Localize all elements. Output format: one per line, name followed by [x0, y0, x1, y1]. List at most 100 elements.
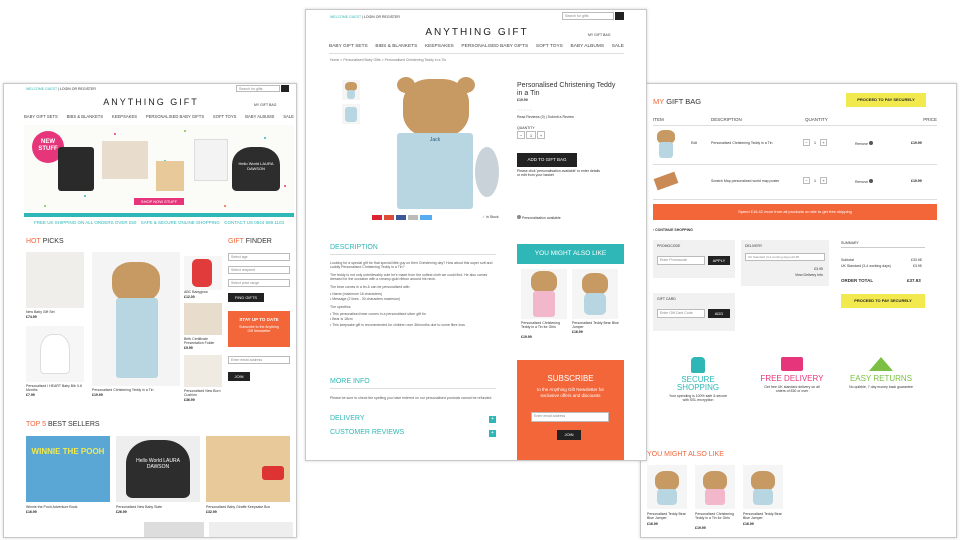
remove-link[interactable]: Remove	[855, 141, 874, 146]
subscribe-email-input[interactable]: Enter email address	[531, 412, 609, 422]
subscribe-join-button[interactable]: JOIN	[557, 430, 581, 440]
newsletter-email-input[interactable]: Enter email address	[228, 356, 290, 364]
apply-button[interactable]: APPLY	[708, 256, 730, 265]
nav-item[interactable]: PERSONALISED BABY GIFTS	[461, 44, 528, 49]
nav-item[interactable]: BIBS & BLANKETS	[67, 114, 104, 119]
best-seller-label[interactable]: Personalised Baby Giraffe Keepsake Box	[206, 505, 270, 509]
product-label[interactable]: Personalised I HEART Baby Bib 0-6 Months	[26, 384, 86, 392]
recommend-image[interactable]	[695, 465, 735, 509]
quantity-stepper[interactable]: − 1 +	[517, 131, 545, 139]
best-seller-image[interactable]: WINNIE THE POOH	[26, 436, 110, 502]
recipient-select[interactable]: Select recipient	[228, 266, 290, 274]
quantity-stepper[interactable]: − 1 +	[803, 177, 827, 184]
nav-item[interactable]: BIBS & BLANKETS	[375, 44, 417, 49]
login-link[interactable]: LOGIN OR REGISTER	[60, 87, 96, 91]
delivery-accordion[interactable]: DELIVERY	[330, 415, 365, 422]
cart-item-description[interactable]: Scratch Map personalised world map poste…	[711, 179, 791, 183]
expand-plus-icon[interactable]: +	[489, 416, 496, 423]
qty-value[interactable]: 1	[811, 139, 819, 146]
product-label[interactable]: Personalised New Born Cushion	[184, 389, 224, 397]
pinterest-icon[interactable]	[372, 215, 382, 220]
nav-item[interactable]: BABY GIFT SETS	[329, 44, 368, 49]
featured-product-image[interactable]	[92, 252, 180, 386]
add-gift-card-button[interactable]: ADD	[708, 309, 730, 318]
product-label[interactable]: ABC Babygrow	[184, 290, 208, 294]
recommend-label[interactable]: Personalised Christening Teddy in a Tin …	[695, 512, 737, 520]
price-range-select[interactable]: Select price range	[228, 279, 290, 287]
continue-shopping-link[interactable]: ‹ CONTINUE SHOPPING	[653, 228, 693, 232]
qty-minus[interactable]: −	[803, 177, 810, 184]
product-label[interactable]: Birth Certificate Presentation Folder	[184, 337, 224, 345]
gift-bag-link[interactable]: MY GIFT BAG	[588, 33, 610, 37]
newsletter-join-button[interactable]: JOIN	[228, 372, 250, 381]
nav-item[interactable]: SALE	[283, 114, 294, 119]
search-input[interactable]: Search for gifts	[236, 85, 280, 92]
breadcrumb[interactable]: Home > Personalised Baby Gifts > Persona…	[330, 58, 446, 62]
recommend-label[interactable]: Personalised Teddy Bear Blue Jumper	[572, 321, 620, 329]
best-seller-image[interactable]	[144, 522, 204, 537]
share-count-icon[interactable]	[408, 215, 418, 220]
hero-banner[interactable]: NEW STUFF Hello World LAURA DAWSON SHOP N…	[24, 125, 294, 213]
best-seller-label[interactable]: Personalised New Baby Slate	[116, 505, 162, 509]
qty-plus[interactable]: +	[820, 139, 827, 146]
product-image[interactable]	[184, 256, 222, 290]
personalisation-link[interactable]: Personalisation available	[517, 215, 561, 220]
nav-item[interactable]: BABY ALBUMS	[571, 44, 605, 49]
product-main-image[interactable]: Jack	[373, 77, 501, 213]
nav-item[interactable]: PERSONALISED BABY GIFTS	[146, 114, 204, 119]
thumbnail[interactable]	[342, 80, 360, 100]
remove-link[interactable]: Remove	[855, 179, 874, 184]
product-image[interactable]	[184, 355, 222, 387]
product-image[interactable]	[26, 252, 84, 308]
twitter-icon[interactable]	[420, 215, 432, 220]
thumbnail[interactable]	[342, 104, 360, 124]
add-to-gift-bag-button[interactable]: ADD TO GIFT BAG	[517, 153, 577, 167]
product-image[interactable]	[184, 303, 222, 335]
best-seller-image-frame[interactable]: Hello World LAURA DAWSON	[116, 436, 200, 502]
product-label[interactable]: New Baby Gift Set	[26, 310, 86, 314]
best-seller-image[interactable]	[206, 436, 290, 502]
reviews-links[interactable]: Read Reviews (0) | Submit a Review	[517, 115, 574, 119]
qty-value[interactable]: 1	[811, 177, 819, 184]
recommend-label[interactable]: Personalised Teddy Bear Blue Jumper	[647, 512, 689, 520]
find-gifts-button[interactable]: FIND GIFTS	[228, 293, 264, 302]
shop-now-button[interactable]: SHOP NOW STUFF	[134, 198, 184, 205]
gift-bag-link[interactable]: MY GIFT BAG	[254, 103, 276, 107]
google-plus-icon[interactable]	[384, 215, 394, 220]
recommend-image[interactable]	[743, 465, 783, 509]
facebook-icon[interactable]	[396, 215, 406, 220]
cart-item-image[interactable]	[653, 169, 679, 193]
recommend-image[interactable]	[521, 269, 567, 319]
cart-item-description[interactable]: Personalised Christening Teddy in a Tin	[711, 141, 791, 145]
edit-link[interactable]: Edit	[691, 141, 697, 145]
nav-item[interactable]: SALE	[612, 44, 624, 49]
expand-plus-icon[interactable]: +	[489, 430, 496, 437]
product-label[interactable]: Personalised Christening Teddy in a Tin	[92, 388, 153, 392]
qty-value[interactable]: 1	[526, 131, 536, 139]
delivery-info-link[interactable]: View Delivery Info	[795, 273, 823, 277]
reviews-accordion[interactable]: CUSTOMER REVIEWS	[330, 429, 404, 436]
quantity-stepper[interactable]: − 1 +	[803, 139, 827, 146]
promocode-input[interactable]: Enter Promocode	[657, 256, 705, 265]
qty-minus[interactable]: −	[517, 131, 525, 139]
search-icon[interactable]	[615, 12, 624, 20]
delivery-select[interactable]: UK Standard (3-4 working days) £3.95	[745, 253, 825, 261]
best-seller-image[interactable]	[209, 522, 293, 537]
best-seller-label[interactable]: Winnie the Pooh Adventure Book	[26, 505, 77, 509]
search-input[interactable]: Search for gifts	[562, 12, 614, 20]
recommend-label[interactable]: Personalised Teddy Bear Blue Jumper	[743, 512, 785, 520]
search-icon[interactable]	[281, 85, 289, 92]
nav-item[interactable]: KEEPSAKES	[425, 44, 454, 49]
gift-card-input[interactable]: Enter Gift Card Code	[657, 309, 705, 318]
qty-plus[interactable]: +	[537, 131, 545, 139]
cart-item-image[interactable]	[653, 130, 679, 158]
recommend-label[interactable]: Personalised Christening Teddy in a Tin …	[521, 321, 569, 329]
nav-item[interactable]: SOFT TOYS	[213, 114, 237, 119]
summary-proceed-button[interactable]: PROCEED TO PAY SECURELY	[841, 294, 925, 308]
age-select[interactable]: Select age	[228, 253, 290, 261]
qty-minus[interactable]: −	[803, 139, 810, 146]
nav-item[interactable]: KEEPSAKES	[112, 114, 137, 119]
recommend-image[interactable]	[647, 465, 687, 509]
recommend-image[interactable]	[572, 269, 618, 319]
product-image[interactable]	[26, 326, 84, 382]
